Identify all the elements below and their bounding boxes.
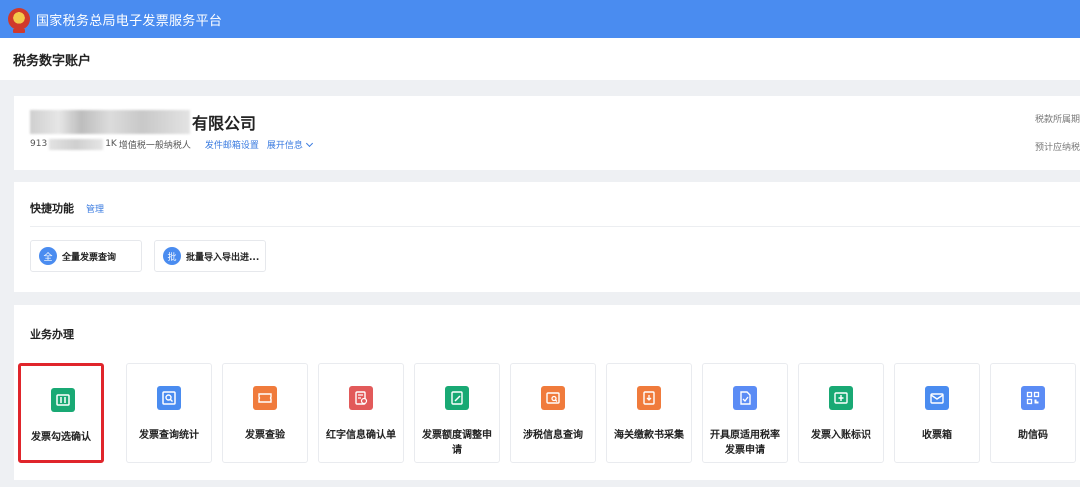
tax-rate-apply-icon (733, 386, 757, 410)
tile-credit-code[interactable]: 助信码 (990, 363, 1076, 463)
full-query-badge-icon: 全 (39, 247, 57, 265)
tile-red-info-confirm[interactable]: 红字信息确认单 (318, 363, 404, 463)
tile-label: 发票入账标识 (811, 430, 871, 441)
tile-label: 收票箱 (922, 430, 952, 441)
business-card: 业务办理 发票勾选确认 发票查询统计 发票查验 红字信息确认单 发票额度调整申请 (14, 305, 1080, 480)
tax-period-label: 税款所属期 (1034, 115, 1080, 125)
quick-item-label: 全量发票查询 (62, 252, 117, 263)
redacted-tax-id (49, 138, 104, 150)
ticket-verify-icon (253, 386, 277, 410)
tile-quota-adjust-apply[interactable]: 发票额度调整申请 (414, 363, 500, 463)
tile-invoice-check-confirm[interactable]: 发票勾选确认 (18, 363, 104, 463)
invoice-check-icon (51, 388, 75, 412)
tile-invoice-inbox[interactable]: 收票箱 (894, 363, 980, 463)
tile-label: 发票额度调整申请 (422, 430, 492, 456)
page-title: 税务数字账户 (13, 53, 92, 69)
divider (30, 226, 1080, 227)
quick-item-label: 批量导入导出进... (186, 252, 260, 263)
tax-info-search-icon (541, 386, 565, 410)
tile-label: 海关缴款书采集 (614, 430, 684, 441)
batch-badge-icon: 批 (163, 247, 181, 265)
accounting-mark-icon (829, 386, 853, 410)
tax-id-prefix: 913 (30, 139, 48, 149)
tile-label: 红字信息确认单 (326, 430, 396, 441)
tile-label: 涉税信息查询 (523, 430, 583, 441)
taxpayer-type: 增值税一般纳税人 (118, 140, 191, 151)
national-tax-emblem-icon (8, 8, 30, 33)
tile-label: 助信码 (1018, 430, 1048, 441)
red-info-icon (349, 386, 373, 410)
inbox-mail-icon (925, 386, 949, 410)
redacted-company-name (30, 110, 190, 134)
tile-invoice-verify[interactable]: 发票查验 (222, 363, 308, 463)
tile-label: 发票查询统计 (139, 430, 199, 441)
customs-collect-icon (637, 386, 661, 410)
quick-item-batch-import-export[interactable]: 批 批量导入导出进... (154, 240, 266, 272)
chevron-down-icon (305, 139, 313, 147)
business-title: 业务办理 (30, 328, 74, 341)
tile-tax-rate-invoice-apply[interactable]: 开具原适用税率发票申请 (702, 363, 788, 463)
quick-functions-header: 快捷功能 管理 (30, 200, 104, 216)
quick-functions-title: 快捷功能 (30, 202, 74, 215)
tile-invoice-query-stats[interactable]: 发票查询统计 (126, 363, 212, 463)
platform-title: 国家税务总局电子发票服务平台 (36, 13, 223, 29)
estimated-tax-label: 预计应纳税 (1034, 143, 1080, 153)
tile-label: 发票勾选确认 (31, 432, 91, 443)
expand-info-link[interactable]: 展开信息 (266, 138, 313, 151)
invoice-search-icon (157, 386, 181, 410)
tile-accounting-mark[interactable]: 发票入账标识 (798, 363, 884, 463)
tile-label: 发票查验 (245, 430, 285, 441)
manage-link[interactable]: 管理 (86, 202, 104, 215)
business-header: 业务办理 (30, 323, 74, 342)
company-info-card: 有限公司 913 1K 增值税一般纳税人 发件邮箱设置 展开信息 税款所属期 预… (14, 96, 1080, 170)
quick-functions-card: 快捷功能 管理 全 全量发票查询 批 批量导入导出进... (14, 182, 1080, 292)
quota-adjust-icon (445, 386, 469, 410)
company-name-row: 有限公司 (30, 108, 256, 136)
company-name: 有限公司 (192, 114, 257, 133)
company-sub-row: 913 1K 增值税一般纳税人 发件邮箱设置 展开信息 (30, 136, 320, 152)
tile-label: 开具原适用税率发票申请 (710, 430, 780, 456)
top-bar: 国家税务总局电子发票服务平台 (0, 0, 1080, 38)
tax-id-suffix: 1K (105, 139, 117, 149)
tile-customs-collect[interactable]: 海关缴款书采集 (606, 363, 692, 463)
qr-code-icon (1021, 386, 1045, 410)
tile-tax-info-query[interactable]: 涉税信息查询 (510, 363, 596, 463)
quick-item-full-invoice-query[interactable]: 全 全量发票查询 (30, 240, 142, 272)
mail-settings-link[interactable]: 发件邮箱设置 (205, 138, 259, 151)
page-header: 税务数字账户 (0, 38, 1080, 80)
expand-info-label: 展开信息 (266, 140, 303, 151)
